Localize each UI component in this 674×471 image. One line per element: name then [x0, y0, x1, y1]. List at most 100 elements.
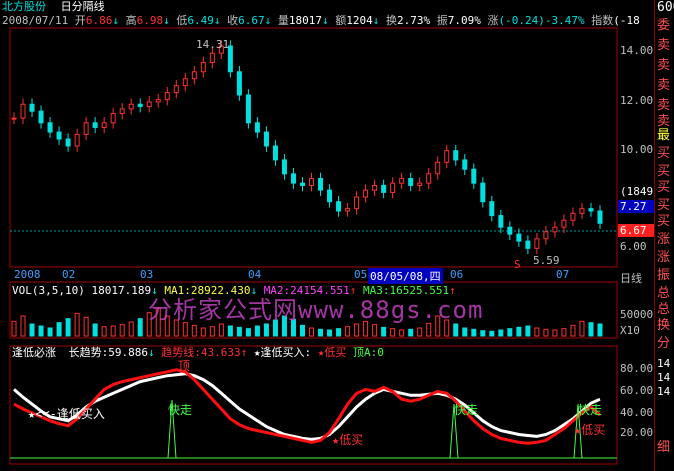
- volume-bar[interactable]: [336, 328, 342, 337]
- rp-item[interactable]: 总: [657, 286, 670, 302]
- volume-bar[interactable]: [119, 324, 125, 337]
- candle[interactable]: [570, 212, 576, 221]
- rp-item[interactable]: 买: [657, 214, 670, 230]
- candle[interactable]: [182, 78, 188, 87]
- candle[interactable]: [290, 173, 296, 184]
- volume-bar[interactable]: [561, 328, 567, 337]
- rp-item[interactable]: 细: [657, 440, 670, 456]
- candle[interactable]: [462, 159, 468, 170]
- rp-item[interactable]: 总: [657, 302, 670, 318]
- candle[interactable]: [38, 110, 44, 124]
- candle[interactable]: [426, 173, 432, 184]
- candle[interactable]: [435, 161, 441, 175]
- candle[interactable]: [209, 52, 215, 63]
- candle[interactable]: [11, 117, 17, 120]
- candle[interactable]: [318, 177, 324, 191]
- candle[interactable]: [381, 184, 387, 193]
- candle[interactable]: [534, 238, 540, 249]
- volume-bar[interactable]: [426, 322, 432, 337]
- candle[interactable]: [65, 138, 71, 147]
- rp-item[interactable]: 涨: [657, 250, 670, 266]
- candle[interactable]: [354, 196, 360, 210]
- candle[interactable]: [597, 210, 603, 224]
- volume-bar[interactable]: [354, 323, 360, 337]
- volume-bar[interactable]: [309, 327, 315, 337]
- candle[interactable]: [444, 150, 450, 163]
- volume-bar[interactable]: [552, 329, 558, 337]
- volume-bar[interactable]: [453, 323, 459, 337]
- volume-bar[interactable]: [345, 326, 351, 337]
- volume-bar[interactable]: [372, 324, 378, 337]
- rp-item[interactable]: 卖: [657, 38, 670, 54]
- volume-bar[interactable]: [534, 327, 540, 337]
- candle[interactable]: [155, 99, 161, 103]
- volume-bar[interactable]: [543, 328, 549, 337]
- rp-item[interactable]: 买: [657, 164, 670, 180]
- candle[interactable]: [552, 226, 558, 233]
- candle[interactable]: [128, 103, 134, 110]
- volume-bar[interactable]: [47, 327, 53, 337]
- volume-bar[interactable]: [299, 324, 305, 337]
- candle[interactable]: [236, 71, 242, 96]
- volume-bar[interactable]: [318, 328, 324, 337]
- volume-bar[interactable]: [390, 328, 396, 337]
- candle[interactable]: [56, 131, 62, 140]
- volume-bar[interactable]: [200, 327, 206, 337]
- rp-item[interactable]: 买: [657, 146, 670, 162]
- candle[interactable]: [83, 122, 89, 135]
- volume-bar[interactable]: [588, 322, 594, 337]
- volume-bar[interactable]: [480, 330, 486, 337]
- indicator-name[interactable]: 逢低必涨: [12, 346, 56, 359]
- volume-bar[interactable]: [38, 325, 44, 337]
- volume-bar[interactable]: [462, 327, 468, 337]
- rp-item[interactable]: 涨: [657, 232, 670, 248]
- volume-bar[interactable]: [74, 312, 80, 337]
- candle[interactable]: [345, 208, 351, 212]
- candle[interactable]: [29, 103, 35, 112]
- rp-item[interactable]: 买: [657, 180, 670, 196]
- candle[interactable]: [200, 61, 206, 73]
- candle[interactable]: [498, 215, 504, 228]
- volume-bar[interactable]: [218, 323, 224, 337]
- volume-bar[interactable]: [399, 329, 405, 337]
- rp-item[interactable]: 卖: [657, 78, 670, 94]
- volume-bar[interactable]: [408, 328, 414, 337]
- volume-bar[interactable]: [56, 322, 62, 337]
- candle[interactable]: [561, 219, 567, 228]
- candle[interactable]: [263, 131, 269, 147]
- candle[interactable]: [101, 122, 107, 128]
- candle[interactable]: [245, 94, 251, 124]
- candle[interactable]: [164, 92, 170, 101]
- rp-item[interactable]: 委: [657, 18, 670, 34]
- chart-area[interactable]: 14.31 5.59 S 快走 快走 快走 顶 ★低买 ★低买 ★<<-逢低买入: [0, 0, 618, 471]
- volume-bar[interactable]: [209, 326, 215, 337]
- volume-bar[interactable]: [128, 321, 134, 337]
- volume-bar[interactable]: [489, 330, 495, 337]
- volume-bar[interactable]: [11, 320, 17, 337]
- rp-item[interactable]: 最: [657, 128, 670, 144]
- date-bar-right-label[interactable]: 日线: [620, 270, 642, 286]
- volume-bar[interactable]: [92, 323, 98, 337]
- candle[interactable]: [399, 177, 405, 184]
- volume-bar[interactable]: [498, 329, 504, 337]
- candle[interactable]: [20, 103, 26, 119]
- candle[interactable]: [299, 182, 305, 186]
- rp-item[interactable]: 卖: [657, 98, 670, 114]
- candle[interactable]: [363, 189, 369, 198]
- volume-bar[interactable]: [525, 325, 531, 337]
- volume-bar[interactable]: [516, 326, 522, 337]
- volume-bar[interactable]: [417, 327, 423, 337]
- rp-item[interactable]: 振: [657, 268, 670, 284]
- candle[interactable]: [74, 133, 80, 147]
- volume-bar[interactable]: [327, 329, 333, 337]
- candle[interactable]: [408, 177, 414, 186]
- candle[interactable]: [146, 101, 152, 108]
- candle[interactable]: [110, 113, 116, 124]
- candle[interactable]: [480, 182, 486, 203]
- rp-item[interactable]: 换: [657, 318, 670, 334]
- candle[interactable]: [417, 182, 423, 186]
- volume-bar[interactable]: [254, 325, 260, 337]
- rp-item[interactable]: 卖: [657, 58, 670, 74]
- volume-bar[interactable]: [236, 326, 242, 337]
- candle[interactable]: [516, 233, 522, 242]
